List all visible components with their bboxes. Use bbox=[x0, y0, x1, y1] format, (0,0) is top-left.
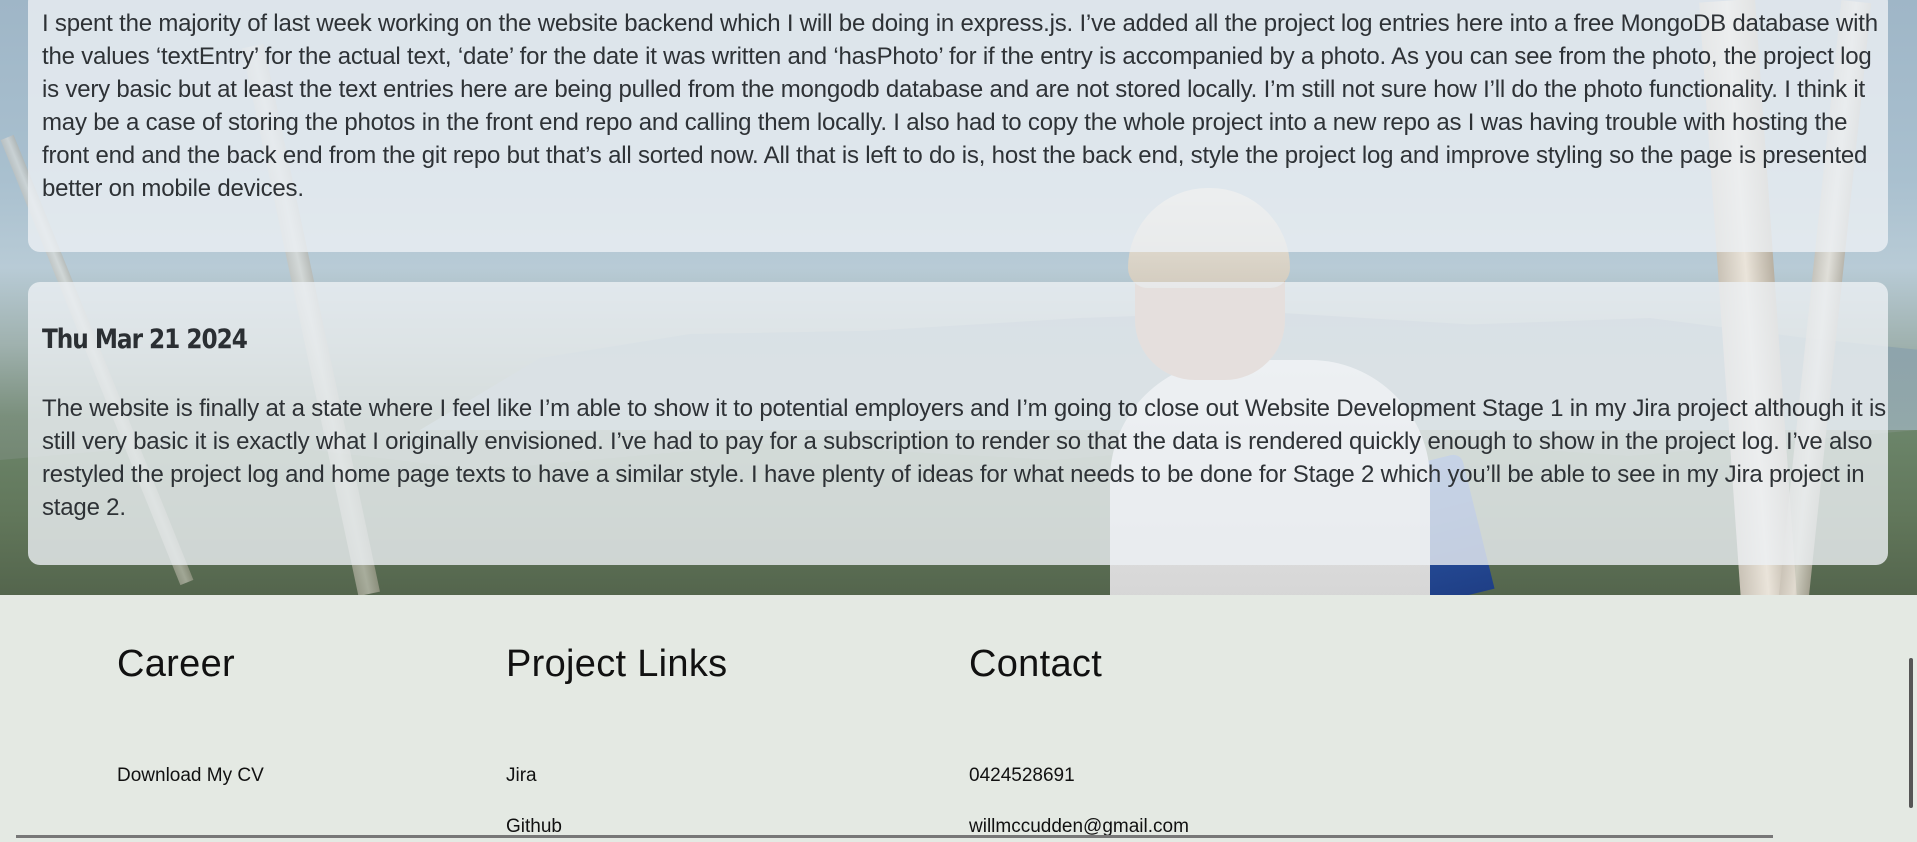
footer-project-links-heading: Project Links bbox=[506, 643, 728, 685]
download-cv-link[interactable]: Download My CV bbox=[117, 765, 264, 787]
log-entry-card: Thu Mar 21 2024 The website is finally a… bbox=[28, 282, 1888, 565]
log-entry-text: I spent the majority of last week workin… bbox=[42, 10, 1878, 202]
jira-link[interactable]: Jira bbox=[506, 765, 537, 787]
scrollbar-thumb[interactable] bbox=[1909, 658, 1913, 808]
footer-career-heading: Career bbox=[117, 643, 235, 685]
phone-link[interactable]: 0424528691 bbox=[969, 765, 1075, 787]
log-entry-date: Thu Mar 21 2024 bbox=[42, 324, 248, 355]
footer-career-column: Career Download My CV bbox=[117, 643, 264, 786]
footer-contact-heading: Contact bbox=[969, 643, 1103, 685]
log-entry-text: The website is finally at a state where … bbox=[42, 395, 1886, 521]
site-footer: Career Download My CV Project Links Jira… bbox=[0, 595, 1917, 842]
footer-contact-column: Contact 0424528691 willmccudden@gmail.co… bbox=[969, 643, 1189, 837]
footer-project-links-column: Project Links Jira Github bbox=[506, 643, 728, 837]
log-entry-card: I spent the majority of last week workin… bbox=[28, 0, 1888, 252]
footer-divider bbox=[16, 835, 1773, 838]
